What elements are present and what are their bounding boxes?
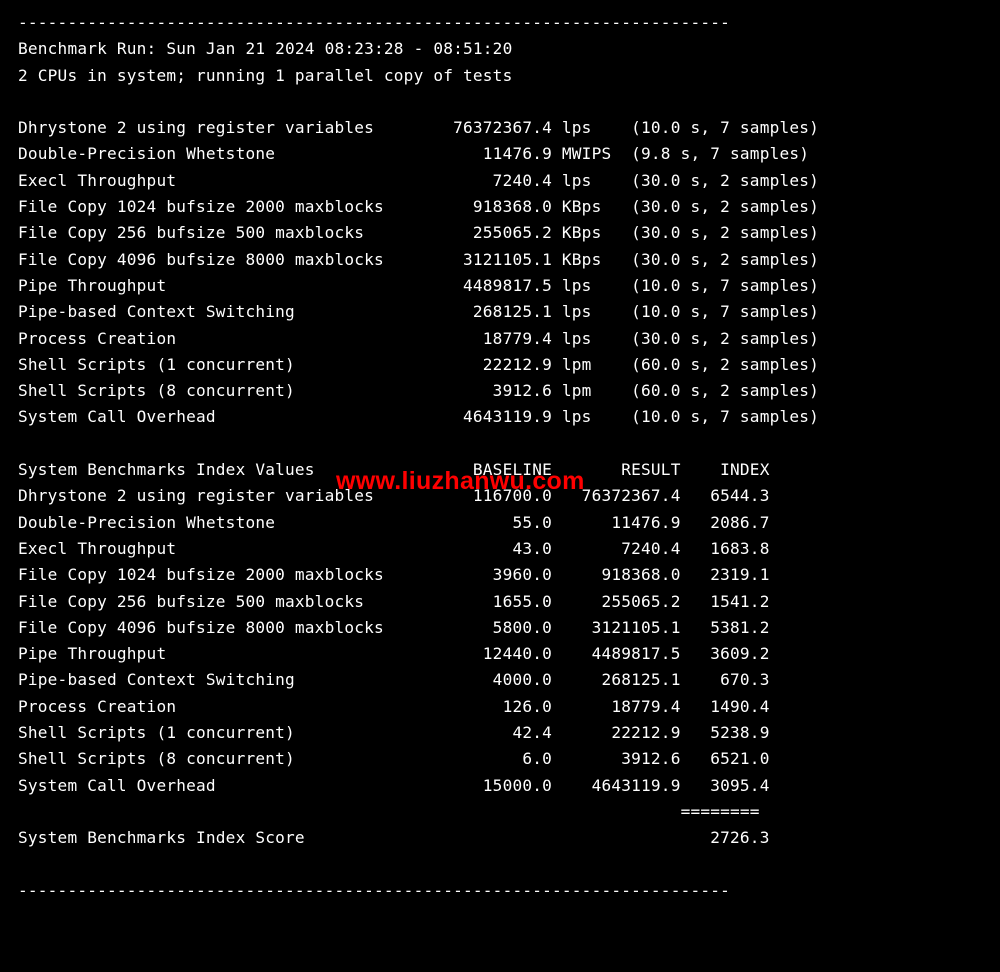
divider-top: ----------------------------------------…	[18, 13, 730, 32]
cpu-info-line: 2 CPUs in system; running 1 parallel cop…	[18, 66, 512, 85]
terminal-output: ----------------------------------------…	[0, 0, 1000, 940]
benchmark-score-line: System Benchmarks Index Score 2726.3	[18, 828, 770, 847]
benchmark-run-line: Benchmark Run: Sun Jan 21 2024 08:23:28 …	[18, 39, 512, 58]
benchmark-index-block: System Benchmarks Index Values BASELINE …	[18, 460, 770, 795]
divider-bottom: ----------------------------------------…	[18, 881, 730, 900]
benchmark-tests-block: Dhrystone 2 using register variables 763…	[18, 118, 819, 426]
score-divider: ========	[18, 802, 760, 821]
